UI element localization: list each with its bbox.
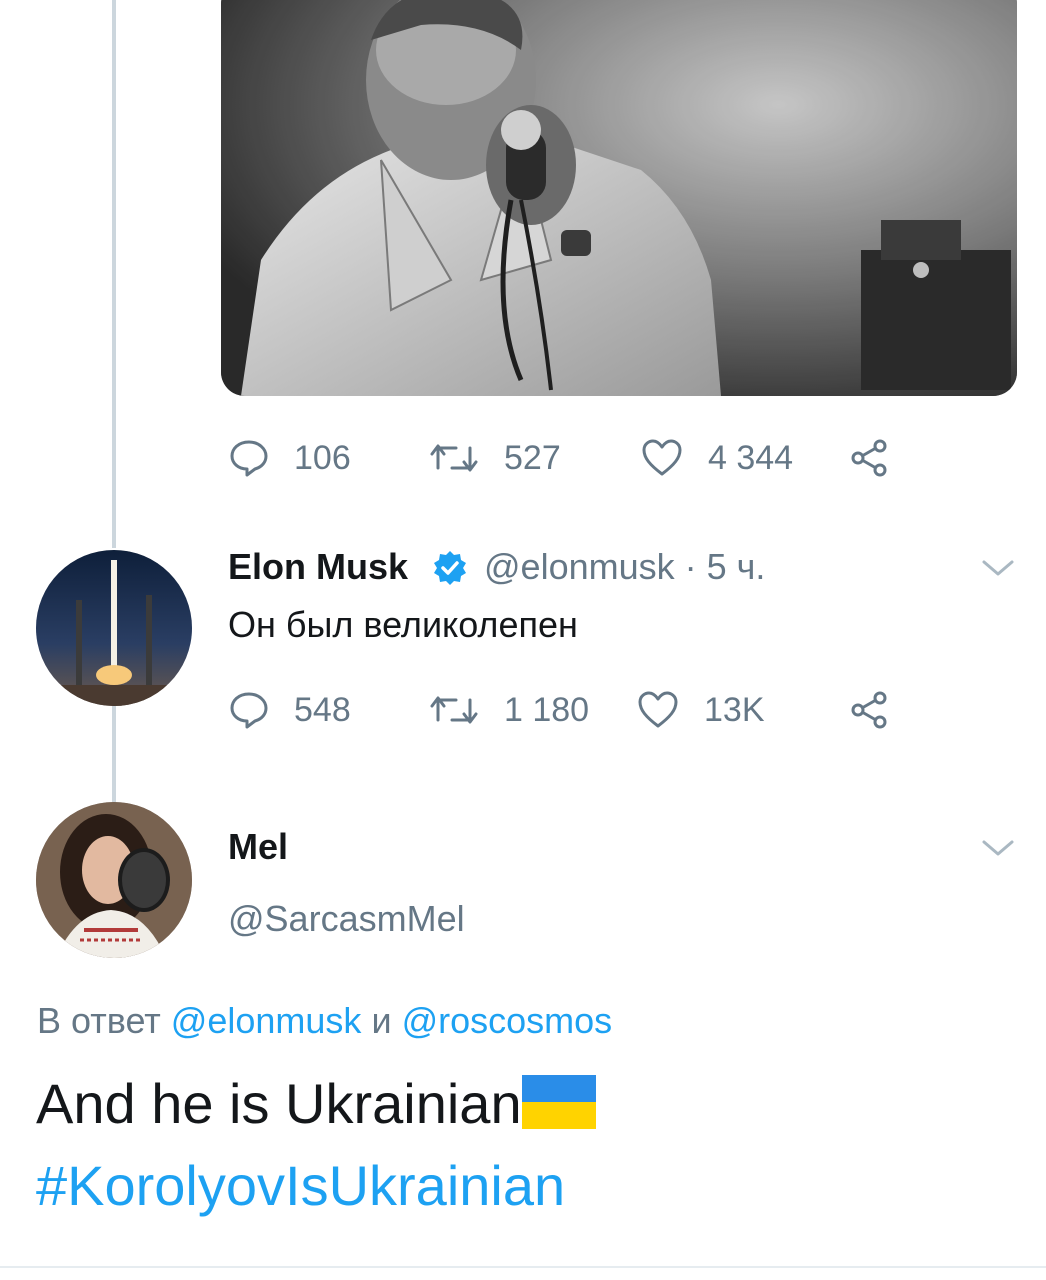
elon-avatar[interactable]	[36, 550, 192, 706]
retweet-count: 527	[504, 439, 561, 477]
elon-timestamp: · 5 ч.	[684, 546, 766, 587]
mel-name-text: Mel	[228, 826, 289, 867]
elon-tweet-text: Он был великолепен	[228, 604, 578, 645]
thread-line-bottom	[112, 706, 116, 802]
elon-handle[interactable]: @elonmusk · 5 ч.	[484, 546, 765, 588]
like-count: 4 344	[708, 439, 794, 477]
reply-mention-roscosmos[interactable]: @roscosmos	[402, 1000, 613, 1041]
bottom-divider	[0, 1266, 1046, 1268]
tweet-photo[interactable]	[221, 0, 1017, 396]
thread-line-top	[112, 0, 116, 548]
reply-prefix: В ответ	[37, 1000, 161, 1041]
first-tweet-actions: 106 527 4 344	[228, 434, 908, 482]
ukraine-flag-icon	[521, 1075, 596, 1129]
reply-button[interactable]: 548	[228, 686, 351, 734]
share-button[interactable]	[848, 434, 914, 482]
reply-button[interactable]: 106	[228, 434, 351, 482]
mel-tweet-text-content: And he is Ukrainian	[36, 1072, 522, 1135]
like-button[interactable]: 4 344	[640, 434, 793, 482]
elon-tweet-actions: 548 1 180 13K	[228, 686, 908, 734]
retweet-button[interactable]: 527	[428, 434, 561, 482]
share-button[interactable]	[848, 686, 914, 734]
mel-tweet-text: And he is Ukrainian	[36, 1070, 596, 1138]
retweet-button[interactable]: 1 180	[428, 686, 589, 734]
mel-name[interactable]: Mel	[228, 826, 288, 868]
chevron-down-icon[interactable]	[980, 836, 1016, 860]
reply-count: 106	[294, 439, 351, 477]
retweet-icon	[430, 444, 478, 472]
hashtag-link[interactable]: #KorolyovIsUkrainian	[36, 1152, 565, 1220]
elon-handle-text: @elonmusk	[484, 546, 675, 587]
chevron-down-icon[interactable]	[980, 556, 1016, 580]
reply-icon	[230, 692, 268, 729]
like-count: 13K	[704, 691, 765, 729]
share-icon	[851, 691, 887, 729]
retweet-count: 1 180	[504, 691, 590, 729]
like-button[interactable]: 13K	[636, 686, 765, 734]
reply-icon	[230, 440, 268, 477]
mel-handle[interactable]: @SarcasmMel	[228, 898, 465, 940]
mel-avatar[interactable]	[36, 802, 192, 958]
elon-name[interactable]: Elon Musk	[228, 546, 408, 588]
heart-icon	[642, 439, 682, 476]
verified-badge-icon	[434, 551, 466, 585]
heart-icon	[638, 691, 678, 728]
retweet-icon	[430, 696, 478, 724]
reply-mention-elonmusk[interactable]: @elonmusk	[171, 1000, 362, 1041]
elon-name-text: Elon Musk	[228, 546, 409, 587]
reply-context: В ответ @elonmusk и @roscosmos	[37, 1000, 612, 1042]
reply-count: 548	[294, 691, 351, 729]
reply-conjunction: и	[371, 1000, 392, 1041]
share-icon	[851, 439, 887, 477]
